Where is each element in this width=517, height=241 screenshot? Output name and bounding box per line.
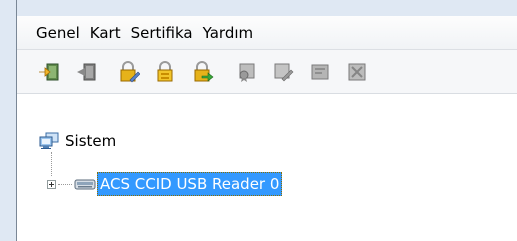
disconnect-icon xyxy=(77,63,96,80)
connect-icon xyxy=(39,63,59,80)
menu-genel[interactable]: Genel xyxy=(31,21,85,45)
certificate-button[interactable] xyxy=(308,60,332,84)
tree-node-reader[interactable]: ACS CCID USB Reader 0 xyxy=(47,172,283,196)
lock-key-icon xyxy=(157,60,173,81)
certificate-delete-icon xyxy=(348,63,366,80)
lock-key-button[interactable] xyxy=(154,60,178,84)
menu-yardim[interactable]: Yardım xyxy=(198,21,259,45)
lock-arrow-button[interactable] xyxy=(191,60,215,84)
certificate-read-button[interactable] xyxy=(234,60,258,84)
tree-connector xyxy=(58,183,72,185)
menu-bar: Genel Kart Sertifika Yardım xyxy=(17,16,517,50)
certificate-edit-icon xyxy=(274,63,294,81)
tree-node-label: Sistem xyxy=(65,132,117,150)
menu-kart[interactable]: Kart xyxy=(85,21,126,45)
certificate-read-icon xyxy=(239,63,255,82)
card-reader-icon xyxy=(74,179,96,190)
tree-node-label-selected: ACS CCID USB Reader 0 xyxy=(97,172,283,196)
connect-button[interactable] xyxy=(37,60,61,84)
tree-node-sistem[interactable]: Sistem xyxy=(39,132,116,150)
device-tree[interactable]: Sistem ACS CCID USB Reader 0 xyxy=(17,94,517,241)
disconnect-button[interactable] xyxy=(74,60,98,84)
certificate-edit-button[interactable] xyxy=(271,60,295,84)
lock-arrow-icon xyxy=(194,60,214,82)
window-frame-top xyxy=(0,0,517,16)
toolbar xyxy=(17,50,517,94)
certificate-icon xyxy=(311,64,329,79)
menu-sertifika[interactable]: Sertifika xyxy=(126,21,198,45)
lock-edit-button[interactable] xyxy=(117,60,141,84)
window-frame-left xyxy=(0,0,17,241)
certificate-delete-button[interactable] xyxy=(345,60,369,84)
lock-edit-icon xyxy=(120,60,140,82)
computer-icon xyxy=(39,132,59,149)
expand-icon[interactable] xyxy=(47,179,56,189)
